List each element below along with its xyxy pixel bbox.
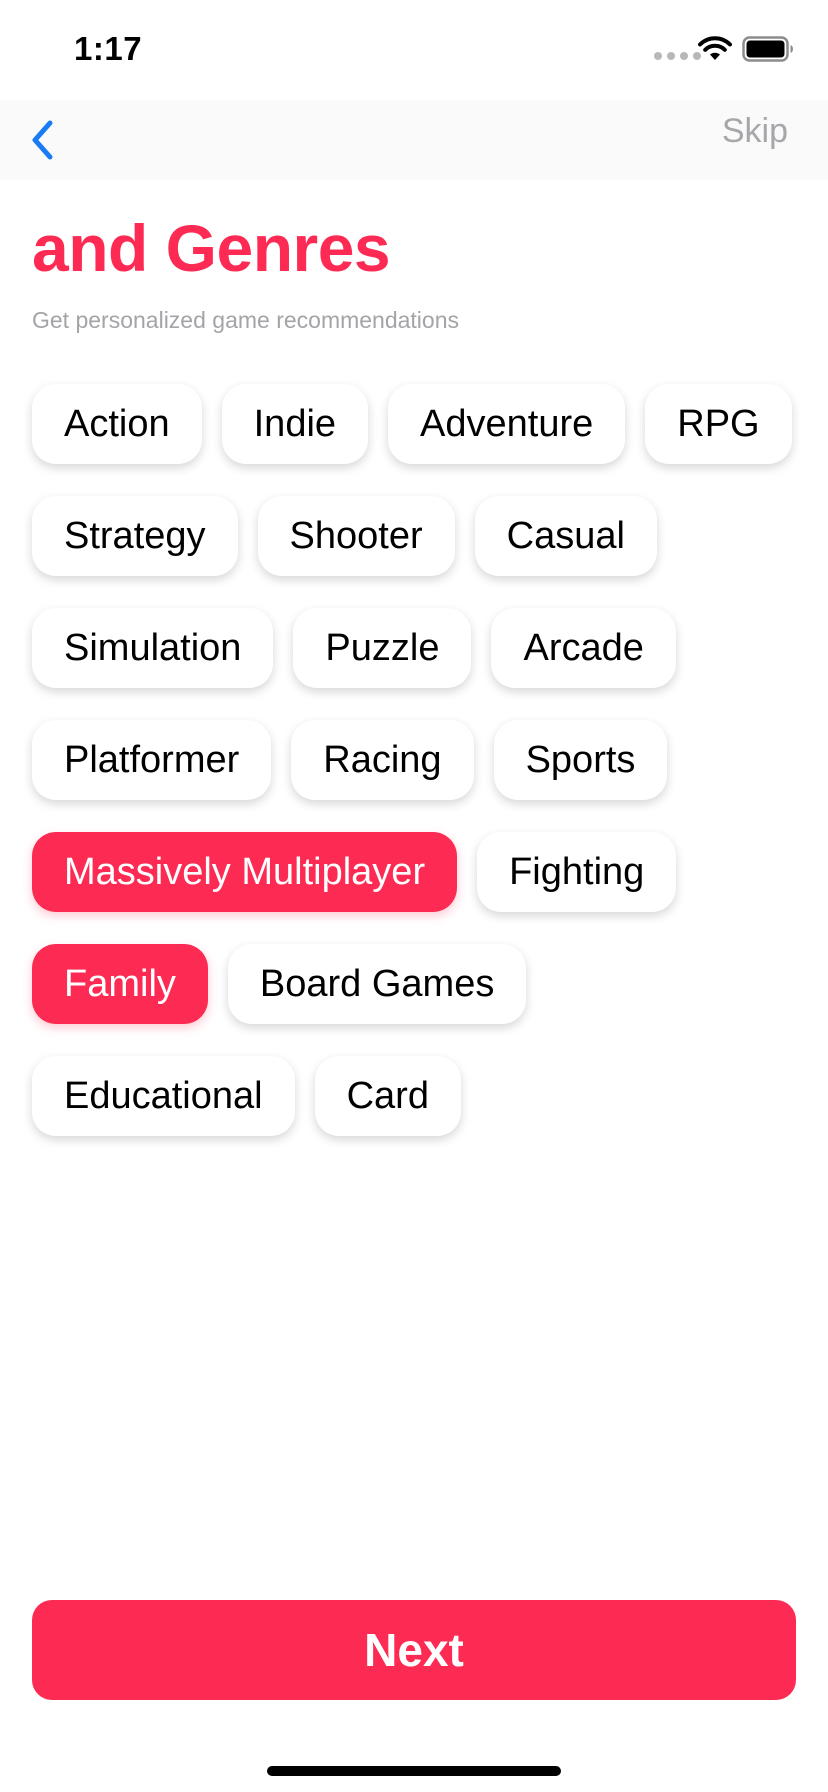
page-subtitle: Get personalized game recommendations [32, 307, 460, 333]
genre-chip-fighting[interactable]: Fighting [477, 832, 677, 912]
wifi-icon [698, 36, 732, 60]
genre-chip-family[interactable]: Family [32, 944, 208, 1024]
genre-chip-casual[interactable]: Casual [474, 496, 657, 576]
signal-dots-icon [654, 52, 701, 60]
status-bar: 1:17 [0, 0, 828, 100]
genre-chip-shooter[interactable]: Shooter [257, 496, 455, 576]
next-button[interactable]: Next [32, 1600, 796, 1700]
battery-icon [742, 36, 793, 62]
chevron-left-icon [32, 120, 53, 160]
back-button[interactable] [22, 108, 62, 172]
genre-chip-strategy[interactable]: Strategy [32, 496, 238, 576]
genre-chip-platformer[interactable]: Platformer [32, 720, 272, 800]
status-time: 1:17 [74, 30, 143, 67]
genre-chip-rpg[interactable]: RPG [645, 384, 792, 464]
genre-chip-puzzle[interactable]: Puzzle [293, 608, 472, 688]
skip-button[interactable]: Skip [722, 112, 788, 151]
genre-chip-simulation[interactable]: Simulation [32, 608, 274, 688]
genre-chip-list: Action Indie Adventure RPG Strategy Shooter Ca… [32, 384, 802, 1136]
genre-chip-educational[interactable]: Educational [32, 1056, 295, 1136]
page-title: and Genres [32, 211, 391, 285]
genre-chip-card[interactable]: Card [314, 1056, 461, 1136]
genre-chip-sports[interactable]: Sports [493, 720, 668, 800]
genre-chip-indie[interactable]: Indie [221, 384, 369, 464]
nav-bar: Skip [0, 100, 828, 180]
genre-chip-racing[interactable]: Racing [291, 720, 474, 800]
home-indicator [267, 1766, 561, 1776]
genre-chip-massively-multiplayer[interactable]: Massively Multiplayer [32, 832, 458, 912]
genre-chip-board-games[interactable]: Board Games [227, 944, 527, 1024]
genre-chip-adventure[interactable]: Adventure [388, 384, 626, 464]
genre-chip-arcade[interactable]: Arcade [491, 608, 676, 688]
genre-chip-action[interactable]: Action [32, 384, 202, 464]
